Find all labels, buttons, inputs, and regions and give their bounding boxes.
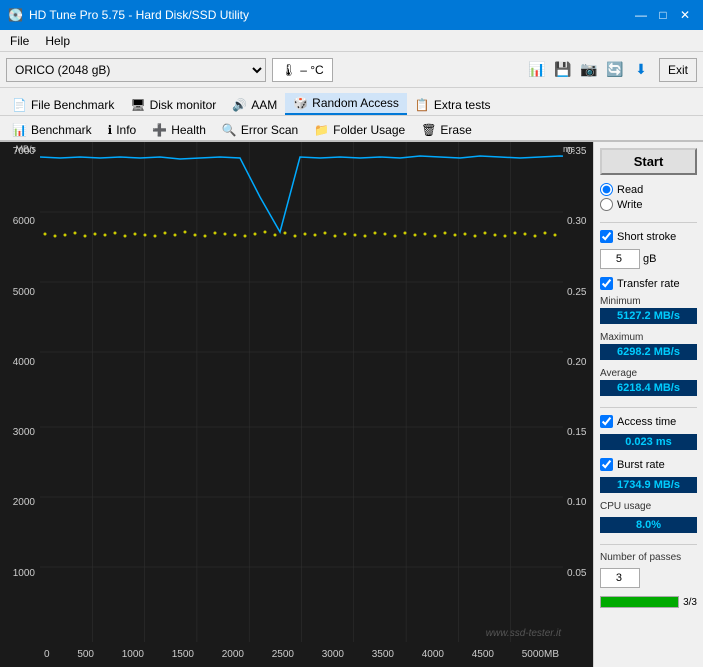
tab-folder-usage[interactable]: 📁 Folder Usage	[306, 120, 413, 140]
temperature-display: 🌡 – °C	[272, 58, 333, 82]
divider-2	[600, 407, 697, 408]
y-left-unit: MB/s	[0, 144, 38, 154]
chart-area: MB/s 7000 6000 5000 4000 3000 2000 1000 …	[0, 142, 593, 667]
average-value: 6218.4 MB/s	[600, 380, 697, 396]
progress-bar-inner	[601, 597, 678, 607]
progress-text: 3/3	[683, 597, 697, 608]
y-axis-left: MB/s 7000 6000 5000 4000 3000 2000 1000	[0, 142, 40, 642]
write-radio-label[interactable]: Write	[600, 198, 697, 211]
maximize-button[interactable]: □	[653, 5, 673, 25]
extra-tests-icon: 📋	[415, 98, 430, 112]
toolbar-icon-1[interactable]: 📊	[525, 58, 549, 82]
toolbar-icon-4[interactable]: 🔄	[603, 58, 627, 82]
title-bar-left: 💽 HD Tune Pro 5.75 - Hard Disk/SSD Utili…	[8, 8, 249, 22]
toolbar-icons: 📊 💾 📷 🔄 ⬇	[525, 58, 653, 82]
random-access-icon: 🎲	[293, 96, 308, 110]
access-time-dots	[44, 231, 564, 238]
menu-help[interactable]: Help	[39, 32, 76, 50]
tabs-row-1: 📄 File Benchmark 🖥 Disk monitor 🔊 AAM 🎲 …	[0, 88, 703, 116]
aam-icon: 🔊	[232, 98, 247, 112]
progress-bar-outer	[600, 596, 679, 608]
tab-random-access[interactable]: 🎲 Random Access	[285, 93, 407, 115]
health-icon: ➕	[152, 123, 167, 137]
watermark: www.ssd-tester.it	[486, 628, 561, 639]
minimum-value: 5127.2 MB/s	[600, 308, 697, 324]
menu-file[interactable]: File	[4, 32, 35, 50]
exit-button[interactable]: Exit	[659, 58, 697, 82]
menu-bar: File Help	[0, 30, 703, 52]
cpu-usage-value: 8.0%	[600, 517, 697, 533]
tab-health[interactable]: ➕ Health	[144, 120, 214, 140]
app-icon: 💽	[8, 8, 23, 22]
minimum-section: Minimum 5127.2 MB/s	[600, 296, 697, 328]
tab-disk-monitor[interactable]: 🖥 Disk monitor	[122, 95, 224, 115]
benchmark-icon: 📊	[12, 123, 27, 137]
transfer-rate-checkbox[interactable]	[600, 277, 613, 290]
read-radio-label[interactable]: Read	[600, 183, 697, 196]
temperature-value: – °C	[300, 63, 323, 77]
divider-3	[600, 544, 697, 545]
toolbar: ORICO (2048 gB) 🌡 – °C 📊 💾 📷 🔄 ⬇ Exit	[0, 52, 703, 88]
write-radio[interactable]	[600, 198, 613, 211]
progress-bar-container: 3/3	[600, 596, 697, 608]
maximum-value: 6298.2 MB/s	[600, 344, 697, 360]
toolbar-icon-3[interactable]: 📷	[577, 58, 601, 82]
tab-error-scan[interactable]: 🔍 Error Scan	[214, 120, 306, 140]
read-write-group: Read Write	[600, 183, 697, 211]
minimize-button[interactable]: —	[631, 5, 651, 25]
short-stroke-spinbox[interactable]	[600, 249, 640, 269]
short-stroke-checkbox[interactable]	[600, 230, 613, 243]
burst-rate-checkbox[interactable]	[600, 458, 613, 471]
average-section: Average 6218.4 MB/s	[600, 368, 697, 400]
access-time-checkbox-label[interactable]: Access time	[600, 415, 697, 428]
passes-spinbox-row	[600, 568, 697, 588]
tab-info[interactable]: ℹ Info	[100, 120, 145, 140]
folder-usage-icon: 📁	[314, 123, 329, 137]
burst-rate-value: 1734.9 MB/s	[600, 477, 697, 493]
divider-1	[600, 222, 697, 223]
toolbar-icon-2[interactable]: 💾	[551, 58, 575, 82]
chart-svg	[40, 142, 563, 642]
title-bar: 💽 HD Tune Pro 5.75 - Hard Disk/SSD Utili…	[0, 0, 703, 30]
main-content: MB/s 7000 6000 5000 4000 3000 2000 1000 …	[0, 142, 703, 667]
tab-aam[interactable]: 🔊 AAM	[224, 95, 285, 115]
short-stroke-checkbox-label[interactable]: Short stroke	[600, 230, 697, 243]
erase-icon: 🗑	[421, 123, 436, 137]
tab-benchmark[interactable]: 📊 Benchmark	[4, 120, 100, 140]
thermometer-icon: 🌡	[281, 63, 296, 77]
short-stroke-spinbox-row: gB	[600, 249, 697, 269]
burst-rate-checkbox-label[interactable]: Burst rate	[600, 458, 697, 471]
read-radio[interactable]	[600, 183, 613, 196]
tab-extra-tests[interactable]: 📋 Extra tests	[407, 95, 499, 115]
access-time-checkbox[interactable]	[600, 415, 613, 428]
error-scan-icon: 🔍	[222, 123, 237, 137]
transfer-rate-checkbox-label[interactable]: Transfer rate	[600, 277, 697, 290]
cpu-usage-label: CPU usage	[600, 501, 697, 512]
maximum-section: Maximum 6298.2 MB/s	[600, 332, 697, 364]
right-panel: Start Read Write Short stroke gB Transfe…	[593, 142, 703, 667]
close-button[interactable]: ✕	[675, 5, 695, 25]
tab-file-benchmark[interactable]: 📄 File Benchmark	[4, 95, 122, 115]
info-icon: ℹ	[108, 123, 113, 137]
y-axis-right: ms 0.35 0.30 0.25 0.20 0.15 0.10 0.05	[563, 142, 593, 642]
disk-monitor-icon: 🖥	[130, 98, 145, 112]
window-title: HD Tune Pro 5.75 - Hard Disk/SSD Utility	[29, 8, 249, 22]
passes-spinbox[interactable]	[600, 568, 640, 588]
file-benchmark-icon: 📄	[12, 98, 27, 112]
title-bar-controls: — □ ✕	[631, 5, 695, 25]
disk-selector[interactable]: ORICO (2048 gB)	[6, 58, 266, 82]
tabs-row-2: 📊 Benchmark ℹ Info ➕ Health 🔍 Error Scan…	[0, 116, 703, 142]
access-time-value: 0.023 ms	[600, 434, 697, 450]
passes-label: Number of passes	[600, 552, 697, 563]
tab-erase[interactable]: 🗑 Erase	[413, 120, 480, 140]
toolbar-icon-5[interactable]: ⬇	[629, 58, 653, 82]
start-button[interactable]: Start	[600, 148, 697, 175]
y-right-unit: ms	[563, 144, 591, 154]
x-axis: 0 500 1000 1500 2000 2500 3000 3500 4000…	[40, 642, 563, 667]
